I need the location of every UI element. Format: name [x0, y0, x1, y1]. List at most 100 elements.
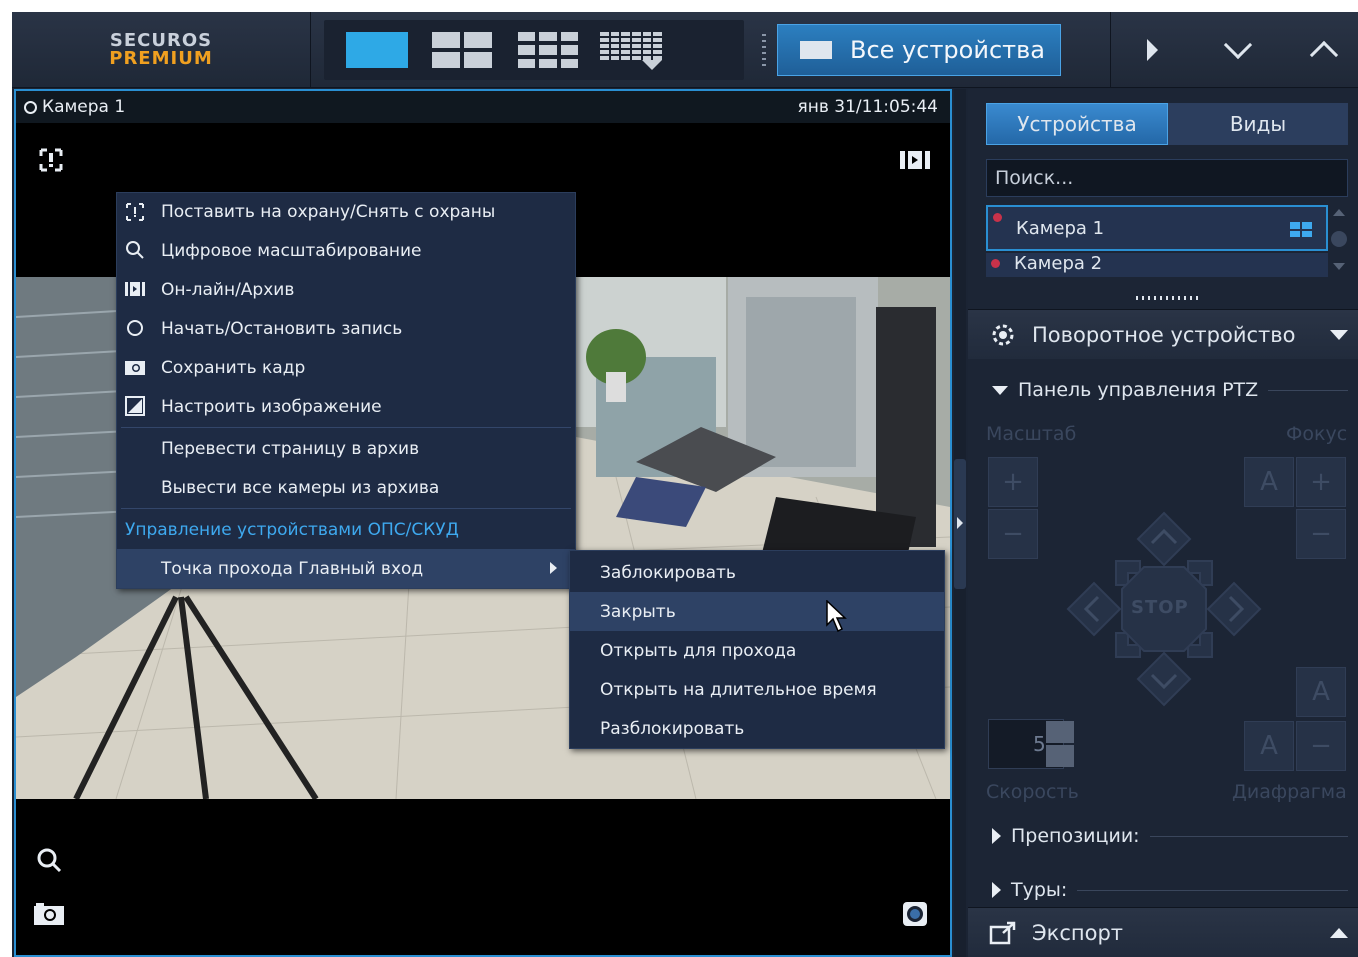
layout-2x2-button[interactable] [432, 32, 492, 68]
zoom-in-button[interactable]: + [988, 457, 1038, 507]
expand-up-button[interactable] [1304, 32, 1344, 70]
layout-more-button[interactable] [600, 32, 662, 60]
focus-in-button[interactable]: + [1296, 457, 1346, 507]
ptz-gear-icon [988, 320, 1018, 350]
menu-item-label: Настроить изображение [161, 396, 382, 417]
focus-out-button[interactable]: − [1296, 509, 1346, 559]
iris-minus-button[interactable]: − [1296, 721, 1346, 771]
device-status-icon [991, 259, 1000, 268]
layout-3x3-button[interactable] [518, 32, 578, 68]
device-label: Камера 1 [1016, 217, 1105, 239]
submenu-item-open-long[interactable]: Открыть на длительное время [570, 670, 944, 709]
presets-header[interactable]: Препозиции: [992, 825, 1348, 847]
submenu-item-label: Заблокировать [600, 562, 736, 583]
menu-separator [121, 427, 571, 428]
submenu-item-open-pass[interactable]: Открыть для прохода [570, 631, 944, 670]
submenu-arrow-icon [550, 562, 557, 574]
menu-section-header: Управление устройствами ОПС/СКУД [117, 510, 575, 549]
menu-item-label: Начать/Остановить запись [161, 318, 403, 339]
play-button[interactable] [1132, 32, 1172, 68]
tours-title: Туры: [1011, 879, 1068, 901]
ptz-panel-title: Панель управления PTZ [1018, 379, 1259, 401]
presets-title: Препозиции: [1011, 825, 1140, 847]
menu-item-label: Точка прохода Главный вход [161, 558, 424, 579]
divider-line [1268, 389, 1348, 391]
menu-item-arm[interactable]: Поставить на охрану/Снять с охраны [117, 193, 575, 231]
arm-icon [125, 202, 145, 222]
menu-item-save-frame[interactable]: Сохранить кадр [117, 348, 575, 387]
menu-item-all-cameras-out-archive[interactable]: Вывести все камеры из архива [117, 468, 575, 507]
menu-item-access-point[interactable]: Точка прохода Главный вход [117, 549, 575, 588]
layout-more-arrow-icon [642, 60, 662, 70]
layout-1x1-button[interactable] [346, 32, 408, 68]
stepper-down-icon[interactable] [1046, 745, 1074, 767]
menu-item-online-archive[interactable]: Он-лайн/Архив [117, 270, 575, 309]
ptz-section-title: Поворотное устройство [1032, 322, 1296, 347]
online-archive-button[interactable] [900, 145, 930, 175]
toolbar-divider [1110, 12, 1111, 88]
snapshot-button[interactable] [34, 899, 64, 929]
device-item-camera1[interactable]: Камера 1 [986, 205, 1328, 251]
ptz-stop-label: STOP [1131, 597, 1189, 618]
menu-item-adjust-image[interactable]: Настроить изображение [117, 387, 575, 426]
collapsed-arrow-icon [992, 828, 1001, 844]
layout-selector [324, 20, 744, 80]
image-adjust-icon [125, 396, 145, 416]
submenu-item-label: Открыть на длительное время [600, 679, 877, 700]
tab-devices[interactable]: Устройства [986, 103, 1168, 145]
iris-auto2-button[interactable]: A [1244, 721, 1294, 771]
device-list-scrollbar[interactable] [1330, 205, 1348, 277]
chevron-down-icon [1223, 30, 1253, 60]
scroll-thumb[interactable] [1331, 231, 1347, 247]
speed-stepper[interactable] [1046, 721, 1074, 767]
menu-item-label: Вывести все камеры из архива [161, 477, 440, 498]
zoom-out-button[interactable]: − [988, 509, 1038, 559]
app-window: SECUROS PREMIUM Все устройства Камера 1 … [12, 12, 1358, 957]
iris-auto-button[interactable]: A [1296, 667, 1346, 717]
menu-item-record[interactable]: Начать/Остановить запись [117, 309, 575, 348]
export-icon [988, 918, 1018, 948]
expand-arrow-icon [1330, 928, 1348, 938]
menu-item-label: Поставить на охрану/Снять с охраны [161, 202, 496, 222]
access-point-submenu: Заблокировать Закрыть Открыть для проход… [569, 550, 945, 749]
online-archive-icon [125, 279, 145, 299]
submenu-item-close[interactable]: Закрыть [570, 592, 944, 631]
arm-icon [39, 148, 63, 172]
collapse-down-button[interactable] [1218, 30, 1258, 68]
menu-item-page-to-archive[interactable]: Перевести страницу в архив [117, 429, 575, 468]
ptz-panel-header[interactable]: Панель управления PTZ [992, 379, 1348, 401]
search-input[interactable]: Поиск... [986, 159, 1348, 197]
submenu-item-label: Закрыть [600, 601, 676, 622]
submenu-item-label: Открыть для прохода [600, 640, 797, 661]
scroll-down-icon[interactable] [1333, 263, 1345, 270]
ptz-section-header[interactable]: Поворотное устройство [968, 309, 1358, 359]
expanded-arrow-icon [992, 385, 1008, 395]
layout-grid-icon [1290, 222, 1312, 237]
menu-section-label: Управление устройствами ОПС/СКУД [125, 519, 459, 540]
tab-views[interactable]: Виды [1168, 103, 1348, 145]
all-devices-button[interactable]: Все устройства [777, 24, 1061, 76]
device-item-camera2[interactable]: Камера 2 [986, 253, 1328, 277]
mouse-cursor-icon [826, 600, 847, 633]
export-section-header[interactable]: Экспорт [968, 907, 1358, 957]
arm-button[interactable] [36, 145, 66, 175]
menu-item-label: Он-лайн/Архив [161, 279, 295, 300]
resize-grip[interactable] [1136, 296, 1198, 300]
menu-item-digital-zoom[interactable]: Цифровое масштабирование [117, 231, 575, 270]
device-list: Камера 1 Камера 2 [986, 205, 1328, 277]
stepper-up-icon[interactable] [1046, 721, 1074, 743]
scroll-up-icon[interactable] [1333, 209, 1345, 216]
submenu-item-unblock[interactable]: Разблокировать [570, 709, 944, 748]
record-button[interactable] [900, 899, 930, 929]
tours-header[interactable]: Туры: [992, 879, 1348, 901]
focus-auto-button[interactable]: A [1244, 457, 1294, 507]
collapsed-arrow-icon [992, 882, 1001, 898]
zoom-button[interactable] [34, 845, 64, 875]
submenu-item-block[interactable]: Заблокировать [570, 553, 944, 592]
zoom-label: Масштаб [986, 423, 1077, 445]
zoom-icon [37, 848, 62, 873]
chevron-up-icon [1309, 40, 1339, 70]
drag-handle-icon[interactable] [762, 34, 766, 68]
panel-splitter[interactable] [954, 89, 966, 957]
play-icon [1146, 39, 1158, 61]
